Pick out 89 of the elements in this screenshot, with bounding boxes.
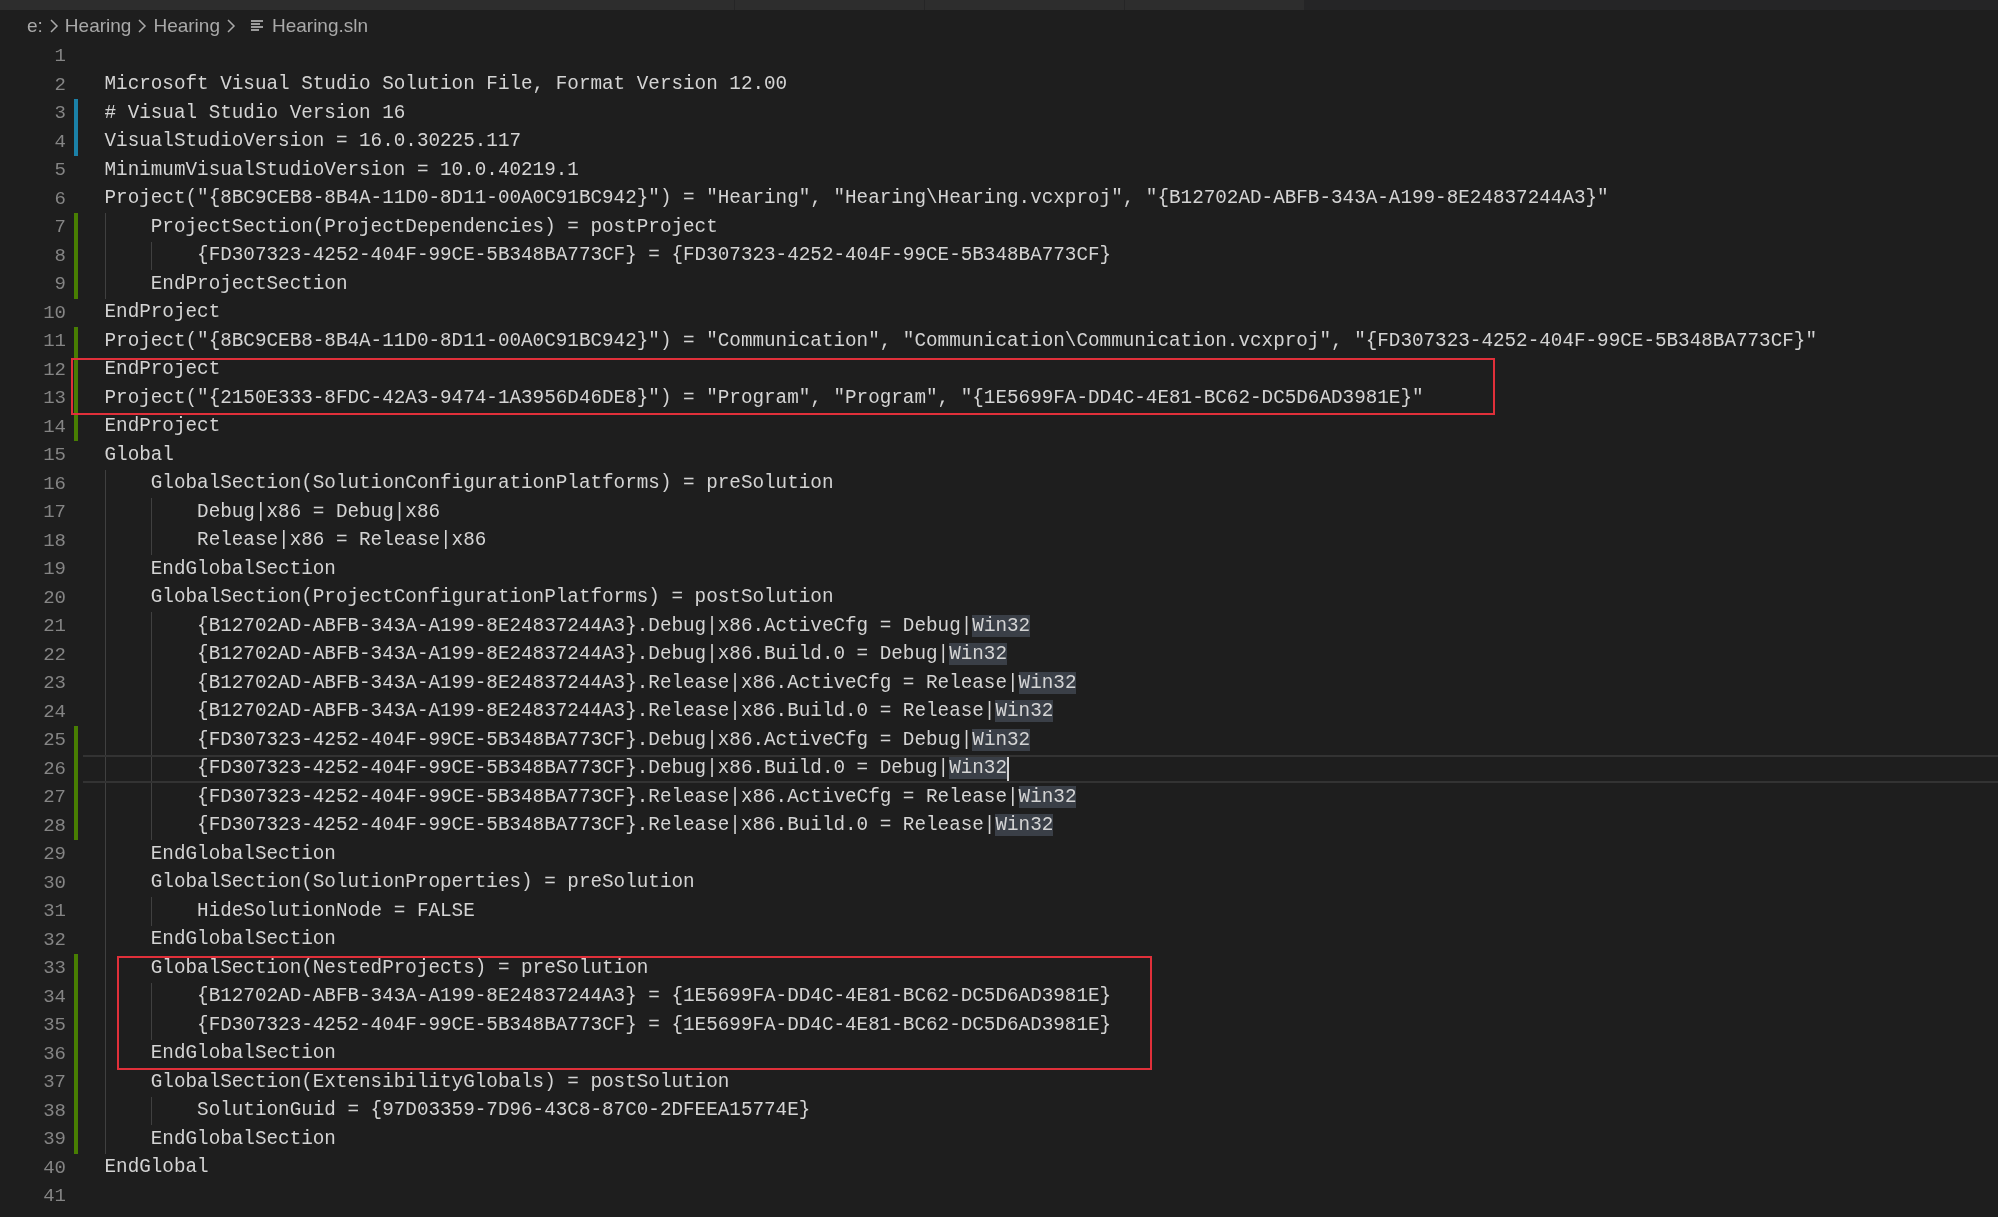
code-line: GlobalSection(SolutionProperties) = preSolution: [149, 870, 695, 896]
code-line: EndGlobalSection: [149, 927, 336, 953]
code-line: GlobalSection(ExtensibilityGlobals) = postSolution: [149, 1069, 730, 1095]
code-line: EndProject: [104, 300, 221, 326]
code-line: Release|x86 = Release|x86: [196, 528, 487, 554]
line-number: 26: [42, 756, 66, 782]
breadcrumb-item[interactable]: Hearing: [153, 11, 220, 41]
code-line: {FD307323-4252-404F-99CE-5B348BA773CF} = {1E5699FA-DD4C-4E81-BC62-DC5D6AD3981E}: [196, 1012, 1112, 1038]
line-number: 1: [53, 44, 66, 69]
line-number: 14: [42, 414, 66, 440]
code-line: {B12702AD-ABFB-343A-A199-8E24837244A3}.Debug|x86.Build.0 = Debug|Win32: [196, 642, 1007, 668]
line-number: 36: [42, 1041, 66, 1067]
code-line: EndGlobalSection: [149, 556, 336, 582]
code-line: SolutionGuid = {97D03359-7D96-43C8-87C0-2DFEEA15774E}: [196, 1098, 811, 1124]
line-number: 20: [42, 585, 66, 611]
code-line: {B12702AD-ABFB-343A-A199-8E24837244A3} = {1E5699FA-DD4C-4E81-BC62-DC5D6AD3981E}: [196, 984, 1112, 1010]
line-number: 40: [42, 1155, 66, 1181]
line-number: 18: [42, 528, 66, 554]
code-line: GlobalSection(SolutionConfigurationPlatforms) = preSolution: [149, 471, 834, 497]
line-number: 38: [42, 1098, 66, 1124]
code-line: {FD307323-4252-404F-99CE-5B348BA773CF}.Debug|x86.ActiveCfg = Debug|Win32: [196, 727, 1031, 753]
line-number: 35: [42, 1013, 66, 1038]
code-line: VisualStudioVersion = 16.0.30225.117: [104, 129, 522, 155]
line-number: 6: [53, 186, 66, 212]
line-number: 17: [42, 500, 66, 525]
code-line: MinimumVisualStudioVersion = 10.0.40219.1: [104, 157, 579, 183]
line-number: 12: [42, 357, 66, 383]
code-line: GlobalSection(ProjectConfigurationPlatforms) = postSolution: [149, 585, 834, 611]
line-number: 13: [42, 386, 66, 411]
line-number: 27: [42, 785, 66, 810]
line-number: 2: [53, 72, 66, 98]
code-line: EndProjectSection: [149, 271, 348, 297]
code-line: Project("{2150E333-8FDC-42A3-9474-1A3956D46DE8}") = "Program", "Program", "{1E5699FA-DD4C-4E81-BC62-DC5D6AD3981E}": [104, 385, 1424, 411]
code-line: {B12702AD-ABFB-343A-A199-8E24837244A3}.Release|x86.Build.0 = Release|Win32: [196, 699, 1054, 725]
text-cursor: [1007, 756, 1009, 781]
line-number: 31: [42, 899, 66, 924]
code-line: EndGlobalSection: [149, 841, 336, 867]
line-number: 41: [42, 1184, 66, 1209]
code-line: ProjectSection(ProjectDependencies) = postProject: [149, 214, 718, 240]
breadcrumb-item[interactable]: e:: [27, 11, 43, 41]
code-line: Debug|x86 = Debug|x86: [196, 499, 441, 525]
line-number: 3: [53, 101, 66, 126]
line-number: 25: [42, 728, 66, 753]
line-number: 19: [42, 557, 66, 582]
line-number: 5: [53, 158, 66, 183]
line-number: 22: [42, 642, 66, 668]
code-line: Project("{8BC9CEB8-8B4A-11D0-8D11-00A0C91BC942}") = "Hearing", "Hearing\Hearing.vcxproj", "{B12702AD-ABFB-343A-A199-8E24837244A3}": [104, 186, 1609, 212]
line-number: 7: [53, 215, 66, 240]
code-line: EndProject: [104, 357, 221, 383]
line-number: 24: [42, 699, 66, 725]
code-line: Project("{8BC9CEB8-8B4A-11D0-8D11-00A0C91BC942}") = "Communication", "Communication\Communication.vcxproj", "{FD307323-4252-404F-99CE-5B348BA773CF}": [104, 328, 1817, 354]
code-line: {B12702AD-ABFB-343A-A199-8E24837244A3}.Release|x86.ActiveCfg = Release|Win32: [196, 670, 1077, 696]
line-number: 32: [42, 927, 66, 953]
code-line: {FD307323-4252-404F-99CE-5B348BA773CF}.Debug|x86.Build.0 = Debug|Win32: [196, 756, 1007, 782]
code-line: {FD307323-4252-404F-99CE-5B348BA773CF} = {FD307323-4252-404F-99CE-5B348BA773CF}: [196, 243, 1112, 269]
line-number: 11: [42, 329, 66, 354]
code-line: EndGlobalSection: [149, 1041, 336, 1067]
line-number: 39: [42, 1127, 66, 1152]
line-number: 33: [42, 956, 66, 981]
file-lines-icon: [249, 19, 264, 33]
line-number: 9: [53, 272, 66, 297]
line-number: 16: [42, 471, 66, 497]
code-line: HideSolutionNode = FALSE: [196, 898, 475, 924]
line-number: 8: [53, 243, 66, 269]
code-line: EndGlobal: [104, 1155, 209, 1181]
line-number: 28: [42, 813, 66, 839]
breadcrumb-file[interactable]: Hearing.sln: [271, 11, 369, 41]
code-line: Microsoft Visual Studio Solution File, Format Version 12.00: [104, 72, 788, 98]
code-line: # Visual Studio Version 16: [104, 100, 406, 126]
code-line: {FD307323-4252-404F-99CE-5B348BA773CF}.Release|x86.Build.0 = Release|Win32: [196, 813, 1054, 839]
code-line: {FD307323-4252-404F-99CE-5B348BA773CF}.Release|x86.ActiveCfg = Release|Win32: [196, 784, 1077, 810]
code-line: EndProject: [104, 414, 221, 440]
line-number: 21: [42, 614, 66, 639]
line-number: 10: [42, 300, 66, 326]
line-number: 34: [42, 984, 66, 1010]
line-number: 23: [42, 671, 66, 696]
code-line: EndGlobalSection: [149, 1126, 336, 1152]
line-number: 37: [42, 1070, 66, 1095]
chevron-right-icon: [137, 18, 148, 34]
code-line: {B12702AD-ABFB-343A-A199-8E24837244A3}.Debug|x86.ActiveCfg = Debug|Win32: [196, 613, 1031, 639]
code-line: GlobalSection(NestedProjects) = preSolution: [149, 955, 649, 981]
line-number: 4: [53, 129, 66, 155]
breadcrumb-item[interactable]: Hearing: [64, 11, 132, 41]
code-line: Global: [104, 442, 174, 468]
line-number: 15: [42, 443, 66, 468]
chevron-right-icon: [48, 18, 59, 34]
line-number: 30: [42, 870, 66, 896]
chevron-right-icon: [225, 18, 236, 34]
line-number: 29: [42, 842, 66, 867]
